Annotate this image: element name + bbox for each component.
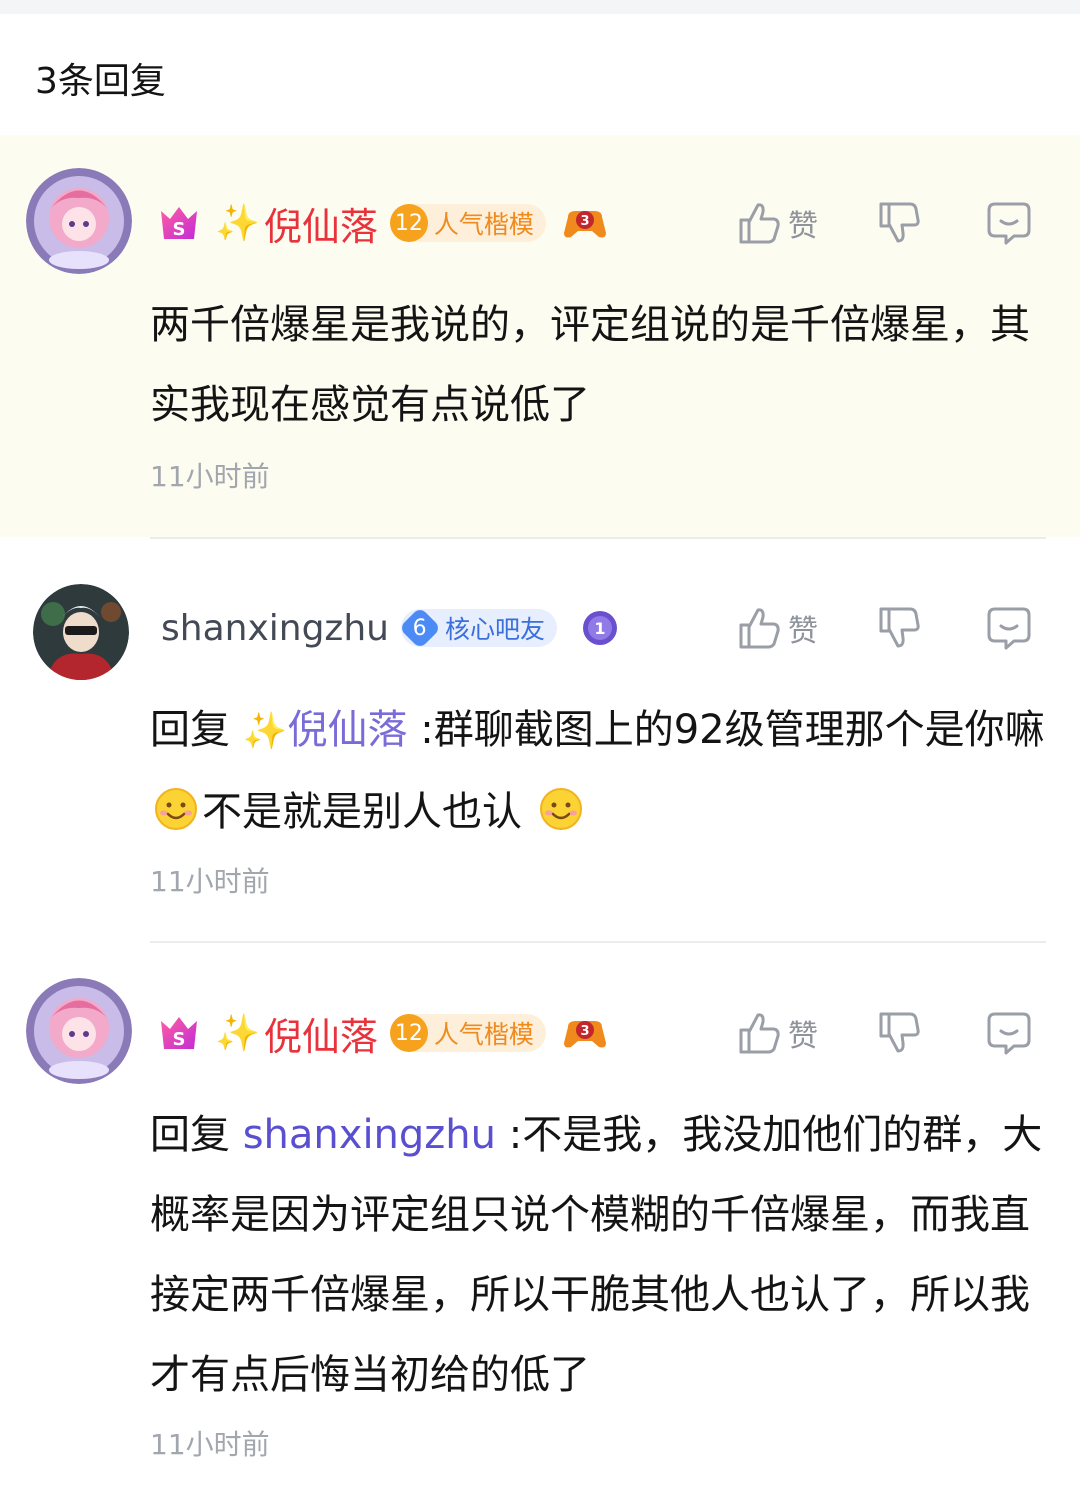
username[interactable]: shanxingzhu bbox=[161, 608, 389, 649]
top-strip bbox=[0, 0, 1080, 14]
username[interactable]: 倪仙落 bbox=[264, 1006, 378, 1061]
user-info: S ✨ 倪仙落 12 人气楷模 3 bbox=[157, 193, 608, 253]
user-info: shanxingzhu 6 核心吧友 1 bbox=[157, 598, 623, 658]
reply-prefix: 回复 bbox=[150, 707, 230, 753]
thumbs-up-icon bbox=[739, 1013, 780, 1054]
like-button[interactable]: 赞 bbox=[736, 605, 876, 651]
smile-emoji-icon bbox=[155, 788, 197, 830]
like-label: 赞 bbox=[788, 209, 818, 244]
avatar[interactable] bbox=[26, 978, 132, 1084]
level-number: 6 bbox=[398, 606, 442, 650]
comment-text: 两千倍爆星是我说的，评定组说的是千倍爆星，其实我现在感觉有点说低了 bbox=[150, 285, 1050, 445]
reply-prefix: 回复 bbox=[150, 1112, 230, 1158]
comment-bubble-icon bbox=[987, 202, 1031, 245]
sparkle-emoji: ✨ bbox=[215, 203, 260, 244]
comment-time: 11小时前 bbox=[150, 865, 270, 898]
comment-actions: 赞 bbox=[736, 598, 1032, 658]
smile-emoji-icon bbox=[539, 788, 582, 830]
comment-text: 回复 ✨倪仙落 :群聊截图上的92级管理那个是你嘛 不是就是别人也认 bbox=[150, 690, 1050, 852]
like-button[interactable]: 赞 bbox=[736, 200, 876, 246]
comment-time: 11小时前 bbox=[150, 460, 270, 493]
level-badge: 6 核心吧友 bbox=[398, 606, 557, 650]
sparkle-emoji: ✨ bbox=[242, 711, 288, 752]
level-title: 人气楷模 bbox=[433, 1020, 534, 1049]
avatar[interactable] bbox=[33, 584, 129, 680]
level-title: 核心吧友 bbox=[444, 615, 545, 644]
dislike-button[interactable] bbox=[876, 605, 986, 651]
svg-text:1: 1 bbox=[594, 619, 605, 638]
level-badge: 12 人气楷模 bbox=[389, 1014, 546, 1052]
comment-item: S ✨ 倪仙落 12 人气楷模 3 赞 bbox=[0, 135, 1080, 537]
comment-body-cont: 不是就是别人也认 bbox=[202, 789, 522, 835]
like-label: 赞 bbox=[788, 1019, 818, 1054]
vip-crown-icon: S bbox=[161, 207, 197, 240]
svg-text:S: S bbox=[173, 219, 186, 240]
dislike-button[interactable] bbox=[876, 200, 986, 246]
svg-text:3: 3 bbox=[580, 1024, 589, 1039]
thumbs-down-icon bbox=[879, 607, 920, 648]
gamepad-badge-icon: 3 bbox=[563, 1021, 606, 1048]
comment-body: :群聊截图上的92级管理那个是你嘛 bbox=[407, 707, 1045, 753]
reply-button[interactable] bbox=[986, 605, 1032, 651]
level-number: 12 bbox=[389, 204, 428, 242]
vip-crown-icon: S bbox=[161, 1017, 197, 1050]
dislike-button[interactable] bbox=[876, 1010, 986, 1056]
divider bbox=[150, 537, 1046, 539]
thumbs-down-icon bbox=[879, 202, 920, 243]
level-badge: 12 人气楷模 bbox=[389, 204, 546, 242]
comment-actions: 赞 bbox=[736, 1003, 1032, 1063]
comment-bubble-icon bbox=[987, 607, 1031, 650]
comment-bubble-icon bbox=[987, 1012, 1031, 1055]
thumbs-down-icon bbox=[879, 1012, 920, 1053]
avatar[interactable] bbox=[26, 168, 132, 274]
rank-badge-icon: 1 bbox=[582, 611, 617, 645]
divider bbox=[150, 941, 1046, 943]
svg-text:3: 3 bbox=[580, 214, 589, 229]
like-button[interactable]: 赞 bbox=[736, 1010, 876, 1056]
comment-item: shanxingzhu 6 核心吧友 1 赞 回复 ✨倪仙落:群聊截图上的92… bbox=[0, 540, 1080, 940]
comment-actions: 赞 bbox=[736, 193, 1032, 253]
thumbs-up-icon bbox=[739, 608, 780, 649]
comment-time: 11小时前 bbox=[150, 1428, 270, 1461]
mention-link[interactable]: shanxingzhu bbox=[243, 1112, 496, 1158]
mention-link[interactable]: 倪仙落 bbox=[288, 707, 408, 753]
sparkle-emoji: ✨ bbox=[215, 1013, 260, 1054]
reply-button[interactable] bbox=[986, 1010, 1032, 1056]
thumbs-up-icon bbox=[739, 203, 780, 244]
user-info: S ✨ 倪仙落 12 人气楷模 3 bbox=[157, 1003, 608, 1063]
comment-text: 回复 shanxingzhu :不是我，我没加他们的群，大概率是因为评定组只说个… bbox=[150, 1095, 1050, 1415]
reply-button[interactable] bbox=[986, 200, 1032, 246]
comment-item: S ✨ 倪仙落 12 人气楷模 3 赞 bbox=[0, 945, 1080, 1507]
like-label: 赞 bbox=[788, 614, 818, 649]
svg-text:S: S bbox=[173, 1029, 186, 1050]
level-title: 人气楷模 bbox=[433, 210, 534, 239]
comment-body: 两千倍爆星是我说的，评定组说的是千倍爆星，其实我现在感觉有点说低了 bbox=[150, 302, 1030, 428]
username[interactable]: 倪仙落 bbox=[264, 196, 378, 251]
reply-count-title: 3条回复 bbox=[35, 61, 166, 102]
gamepad-badge-icon: 3 bbox=[563, 211, 606, 238]
level-number: 12 bbox=[389, 1014, 428, 1052]
